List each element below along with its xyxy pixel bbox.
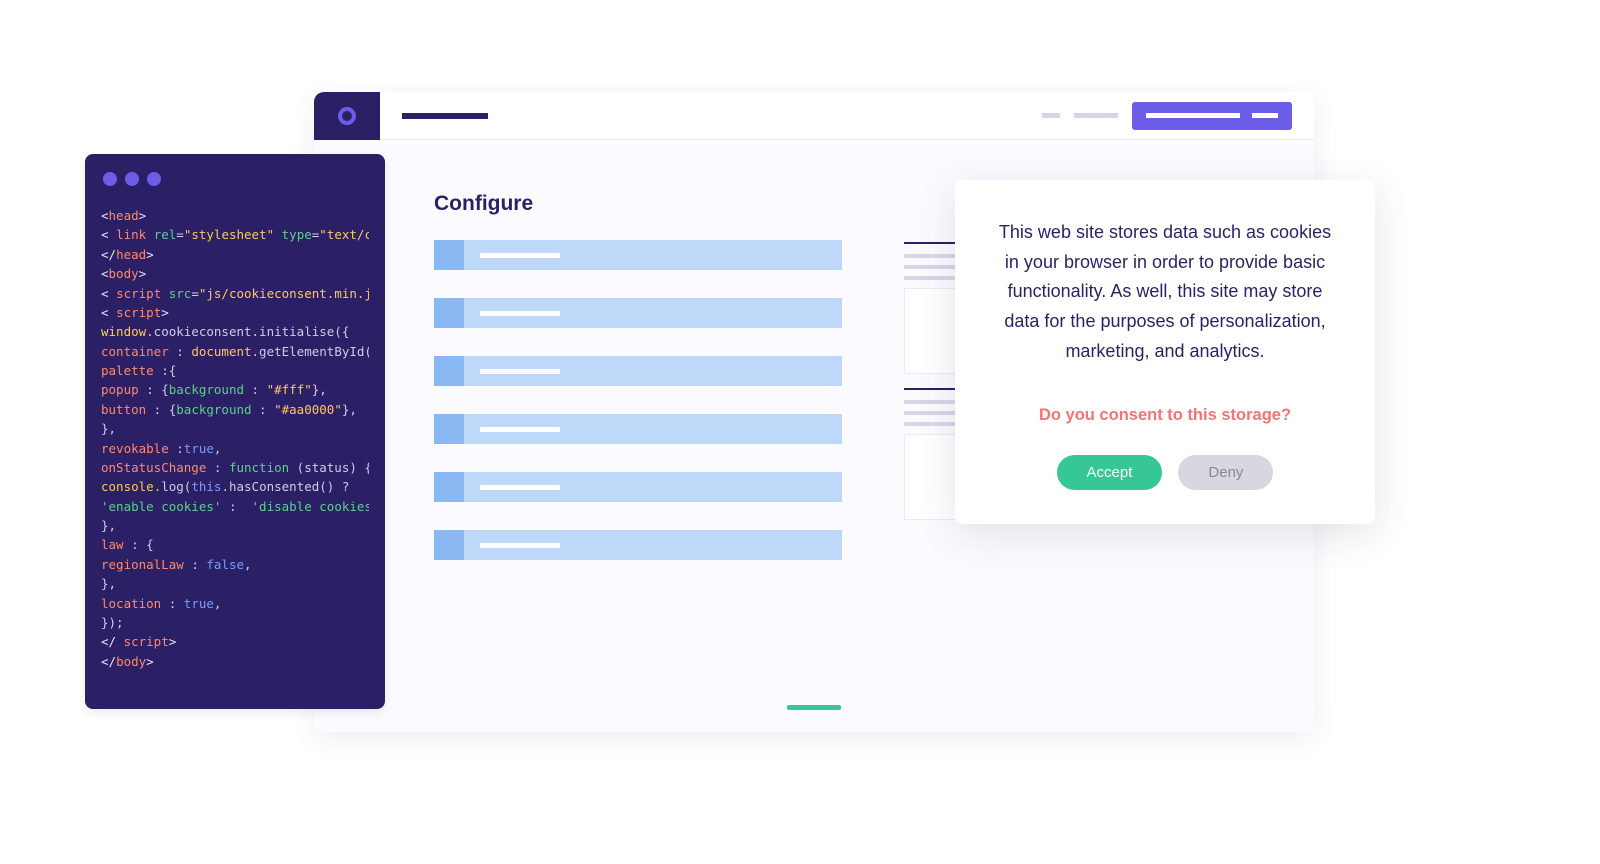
- placeholder-line: [480, 543, 560, 548]
- configure-list: [434, 240, 842, 560]
- configure-row[interactable]: [434, 414, 842, 444]
- row-icon: [434, 356, 464, 386]
- cookie-consent-modal: This web site stores data such as cookie…: [955, 180, 1375, 524]
- configure-row[interactable]: [434, 356, 842, 386]
- consent-body-text: This web site stores data such as cookie…: [991, 218, 1339, 366]
- code-editor-panel: <head>< link rel="stylesheet" type="text…: [85, 154, 385, 709]
- row-icon: [434, 472, 464, 502]
- header-cta-button[interactable]: [1132, 102, 1292, 130]
- logo-placeholder: [402, 113, 488, 119]
- placeholder-line: [480, 485, 560, 490]
- traffic-lights: [101, 172, 369, 186]
- configure-row[interactable]: [434, 472, 842, 502]
- row-icon: [434, 240, 464, 270]
- placeholder-line: [480, 311, 560, 316]
- ring-icon: [338, 107, 356, 125]
- nav-link-placeholder[interactable]: [1074, 113, 1118, 118]
- placeholder-line: [1146, 113, 1240, 118]
- configure-row[interactable]: [434, 240, 842, 270]
- placeholder-line: [480, 253, 560, 258]
- traffic-dot-icon: [147, 172, 161, 186]
- row-icon: [434, 530, 464, 560]
- placeholder-line: [480, 369, 560, 374]
- accent-underline: [787, 705, 841, 710]
- app-header: [380, 92, 1314, 140]
- placeholder-line: [1252, 113, 1278, 118]
- app-browser-tab[interactable]: [314, 92, 380, 140]
- code-lines: <head>< link rel="stylesheet" type="text…: [101, 206, 369, 671]
- accept-button[interactable]: Accept: [1057, 455, 1163, 490]
- deny-button[interactable]: Deny: [1178, 455, 1273, 490]
- nav-link-placeholder[interactable]: [1042, 113, 1060, 118]
- consent-buttons: Accept Deny: [991, 455, 1339, 490]
- configure-row[interactable]: [434, 530, 842, 560]
- row-icon: [434, 298, 464, 328]
- traffic-dot-icon: [103, 172, 117, 186]
- row-icon: [434, 414, 464, 444]
- placeholder-line: [480, 427, 560, 432]
- configure-row[interactable]: [434, 298, 842, 328]
- consent-question: Do you consent to this storage?: [991, 406, 1339, 425]
- traffic-dot-icon: [125, 172, 139, 186]
